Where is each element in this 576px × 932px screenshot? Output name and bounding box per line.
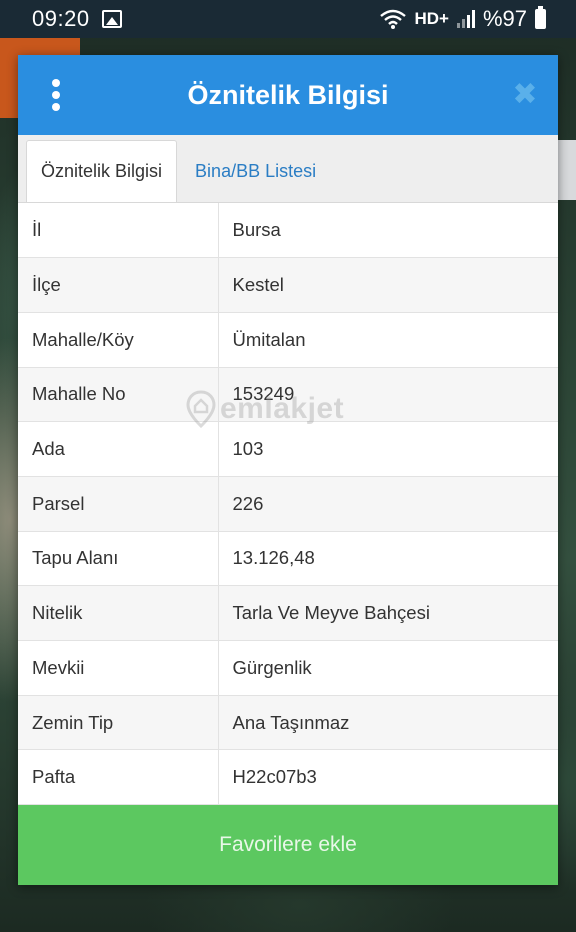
more-vert-icon[interactable] xyxy=(44,79,68,111)
row-value: 13.126,48 xyxy=(218,531,558,587)
row-value: 103 xyxy=(218,421,558,477)
table-row: Nitelik Tarla Ve Meyve Bahçesi xyxy=(18,585,558,641)
row-key: Nitelik xyxy=(18,585,219,641)
row-value: H22c07b3 xyxy=(218,749,558,806)
battery-icon xyxy=(535,6,546,29)
row-key: Pafta xyxy=(18,749,219,806)
wifi-icon xyxy=(380,9,407,29)
row-key: Zemin Tip xyxy=(18,695,219,751)
row-key: Tapu Alanı xyxy=(18,531,219,587)
table-row: İlçe Kestel xyxy=(18,257,558,313)
row-key: Mahalle No xyxy=(18,367,219,423)
row-key: Parsel xyxy=(18,476,219,532)
status-right: HD+ %97 xyxy=(380,6,546,32)
row-value: Bursa xyxy=(218,203,558,259)
table-row: Zemin Tip Ana Taşınmaz xyxy=(18,695,558,751)
row-value: Tarla Ve Meyve Bahçesi xyxy=(218,585,558,641)
table-row: İl Bursa xyxy=(18,203,558,259)
table-row: Mevkii Gürgenlik xyxy=(18,640,558,696)
row-value: 153249 xyxy=(218,367,558,423)
row-key: İlçe xyxy=(18,257,219,313)
battery-percent: %97 xyxy=(482,6,527,31)
add-to-favorites-button[interactable]: Favorilere ekle xyxy=(18,805,558,885)
image-icon xyxy=(101,10,122,28)
network-type: HD+ xyxy=(414,9,449,28)
table-row: Pafta H22c07b3 xyxy=(18,749,558,806)
table-row: Parsel 226 xyxy=(18,476,558,532)
tab-bar: Öznitelik Bilgisi Bina/BB Listesi xyxy=(18,135,558,203)
table-row: Tapu Alanı 13.126,48 xyxy=(18,531,558,587)
signal-icon xyxy=(456,10,475,28)
table-row: Ada 103 xyxy=(18,421,558,477)
row-value: Ana Taşınmaz xyxy=(218,695,558,751)
row-value: Ümitalan xyxy=(218,312,558,368)
dialog-title: Öznitelik Bilgisi xyxy=(187,79,389,110)
status-time: 09:20 xyxy=(32,6,90,31)
row-value: Kestel xyxy=(218,257,558,313)
status-bar: 09:20 HD+ %97 xyxy=(0,0,576,38)
table-row: Mahalle/Köy Ümitalan xyxy=(18,312,558,368)
tab-building-list[interactable]: Bina/BB Listesi xyxy=(177,140,330,202)
row-value: 226 xyxy=(218,476,558,532)
table-row: Mahalle No 153249 xyxy=(18,367,558,423)
map-side-panel-edge xyxy=(558,140,576,200)
attribute-table: İl Bursa İlçe Kestel Mahalle/Köy Ümitala… xyxy=(18,203,558,806)
close-icon[interactable]: ✖ xyxy=(512,80,538,110)
tab-attribute-info[interactable]: Öznitelik Bilgisi xyxy=(26,140,178,202)
row-key: Mevkii xyxy=(18,640,219,696)
row-key: Ada xyxy=(18,421,219,477)
row-value: Gürgenlik xyxy=(218,640,558,696)
dialog-header: Öznitelik Bilgisi ✖ xyxy=(18,55,558,135)
row-key: Mahalle/Köy xyxy=(18,312,219,368)
attribute-info-dialog: Öznitelik Bilgisi ✖ Öznitelik Bilgisi Bi… xyxy=(18,55,558,885)
row-key: İl xyxy=(18,203,219,259)
